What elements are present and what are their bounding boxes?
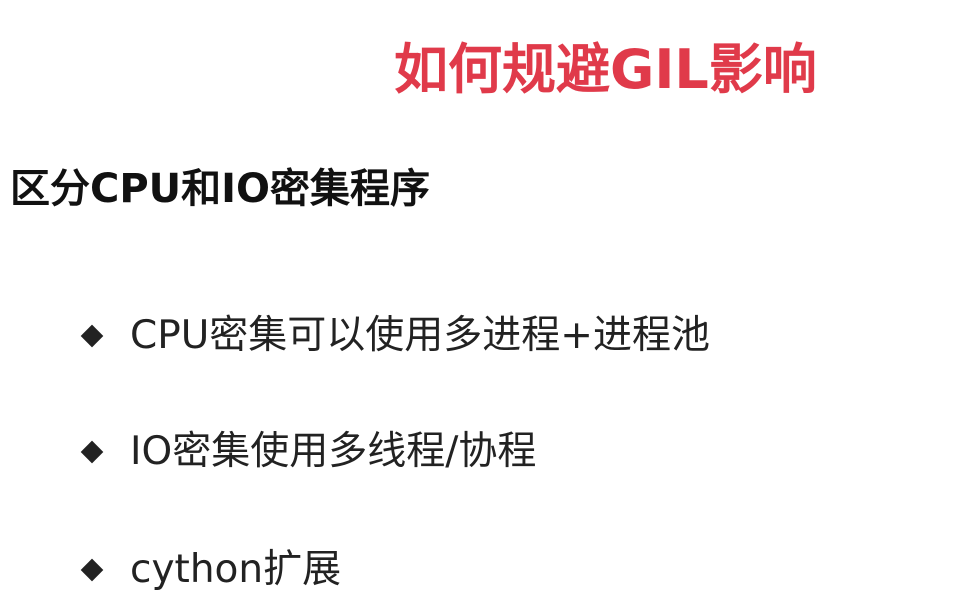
bullet-text: cython扩展: [130, 547, 342, 592]
slide-subtitle: 区分CPU和IO密集程序: [10, 166, 431, 212]
bullet-item-cpu: CPU密集可以使用多进程+进程池: [80, 313, 710, 359]
slide-canvas: 如何规避GIL影响 区分CPU和IO密集程序 CPU密集可以使用多进程+进程池 …: [0, 0, 971, 614]
diamond-bullet-icon: [80, 558, 104, 582]
bullet-text: CPU密集可以使用多进程+进程池: [130, 313, 710, 358]
bullet-text: IO密集使用多线程/协程: [130, 429, 537, 474]
slide-title: 如何规避GIL影响: [394, 38, 817, 101]
diamond-bullet-icon: [80, 324, 104, 348]
diamond-bullet-icon: [80, 440, 104, 464]
bullet-item-cython: cython扩展: [80, 547, 342, 593]
bullet-item-io: IO密集使用多线程/协程: [80, 429, 537, 475]
